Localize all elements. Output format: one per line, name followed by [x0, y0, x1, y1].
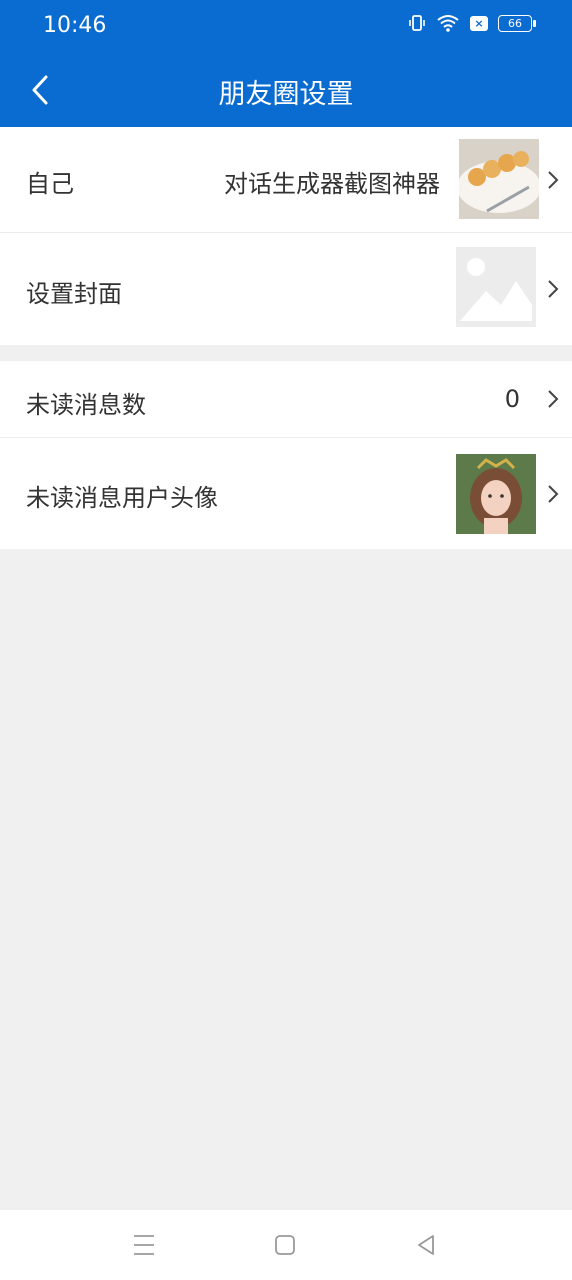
row-unread-avatar-label: 未读消息用户头像 — [26, 484, 218, 512]
unread-count-value: 0 — [504, 385, 520, 413]
row-cover-label: 设置封面 — [26, 280, 122, 308]
chevron-right-icon — [548, 280, 559, 298]
status-time: 10:46 — [43, 13, 107, 38]
settings-group-1: 自己 对话生成器截图神器 设置封面 — [0, 127, 572, 345]
menu-icon[interactable] — [129, 1230, 159, 1260]
unread-user-avatar — [456, 454, 536, 534]
vibrate-icon — [409, 15, 425, 31]
app-bar: 10:46 × 66 朋友圈设置 — [0, 0, 572, 127]
status-icons: × 66 — [408, 14, 536, 32]
x-badge-icon: × — [470, 15, 488, 31]
self-avatar-thumbnail — [459, 139, 539, 219]
home-square-icon[interactable] — [270, 1230, 300, 1260]
row-self[interactable]: 自己 对话生成器截图神器 — [0, 127, 572, 233]
cover-placeholder-image — [456, 247, 536, 327]
row-unread-avatar[interactable]: 未读消息用户头像 — [0, 438, 572, 549]
settings-group-2: 未读消息数 0 未读消息用户头像 — [0, 361, 572, 549]
row-cover[interactable]: 设置封面 — [0, 233, 572, 345]
battery-icon: 66 — [498, 14, 536, 32]
row-self-label: 自己 — [26, 170, 74, 198]
chevron-right-icon — [548, 390, 559, 408]
back-triangle-icon[interactable] — [411, 1230, 441, 1260]
row-unread-count-label: 未读消息数 — [26, 391, 146, 419]
chevron-right-icon — [548, 171, 559, 189]
wifi-icon — [437, 15, 459, 32]
row-unread-count[interactable]: 未读消息数 0 — [0, 361, 572, 438]
page-title: 朋友圈设置 — [218, 79, 354, 110]
chevron-right-icon — [548, 485, 559, 503]
system-nav-bar — [0, 1210, 572, 1280]
row-self-value: 对话生成器截图神器 — [224, 170, 440, 198]
